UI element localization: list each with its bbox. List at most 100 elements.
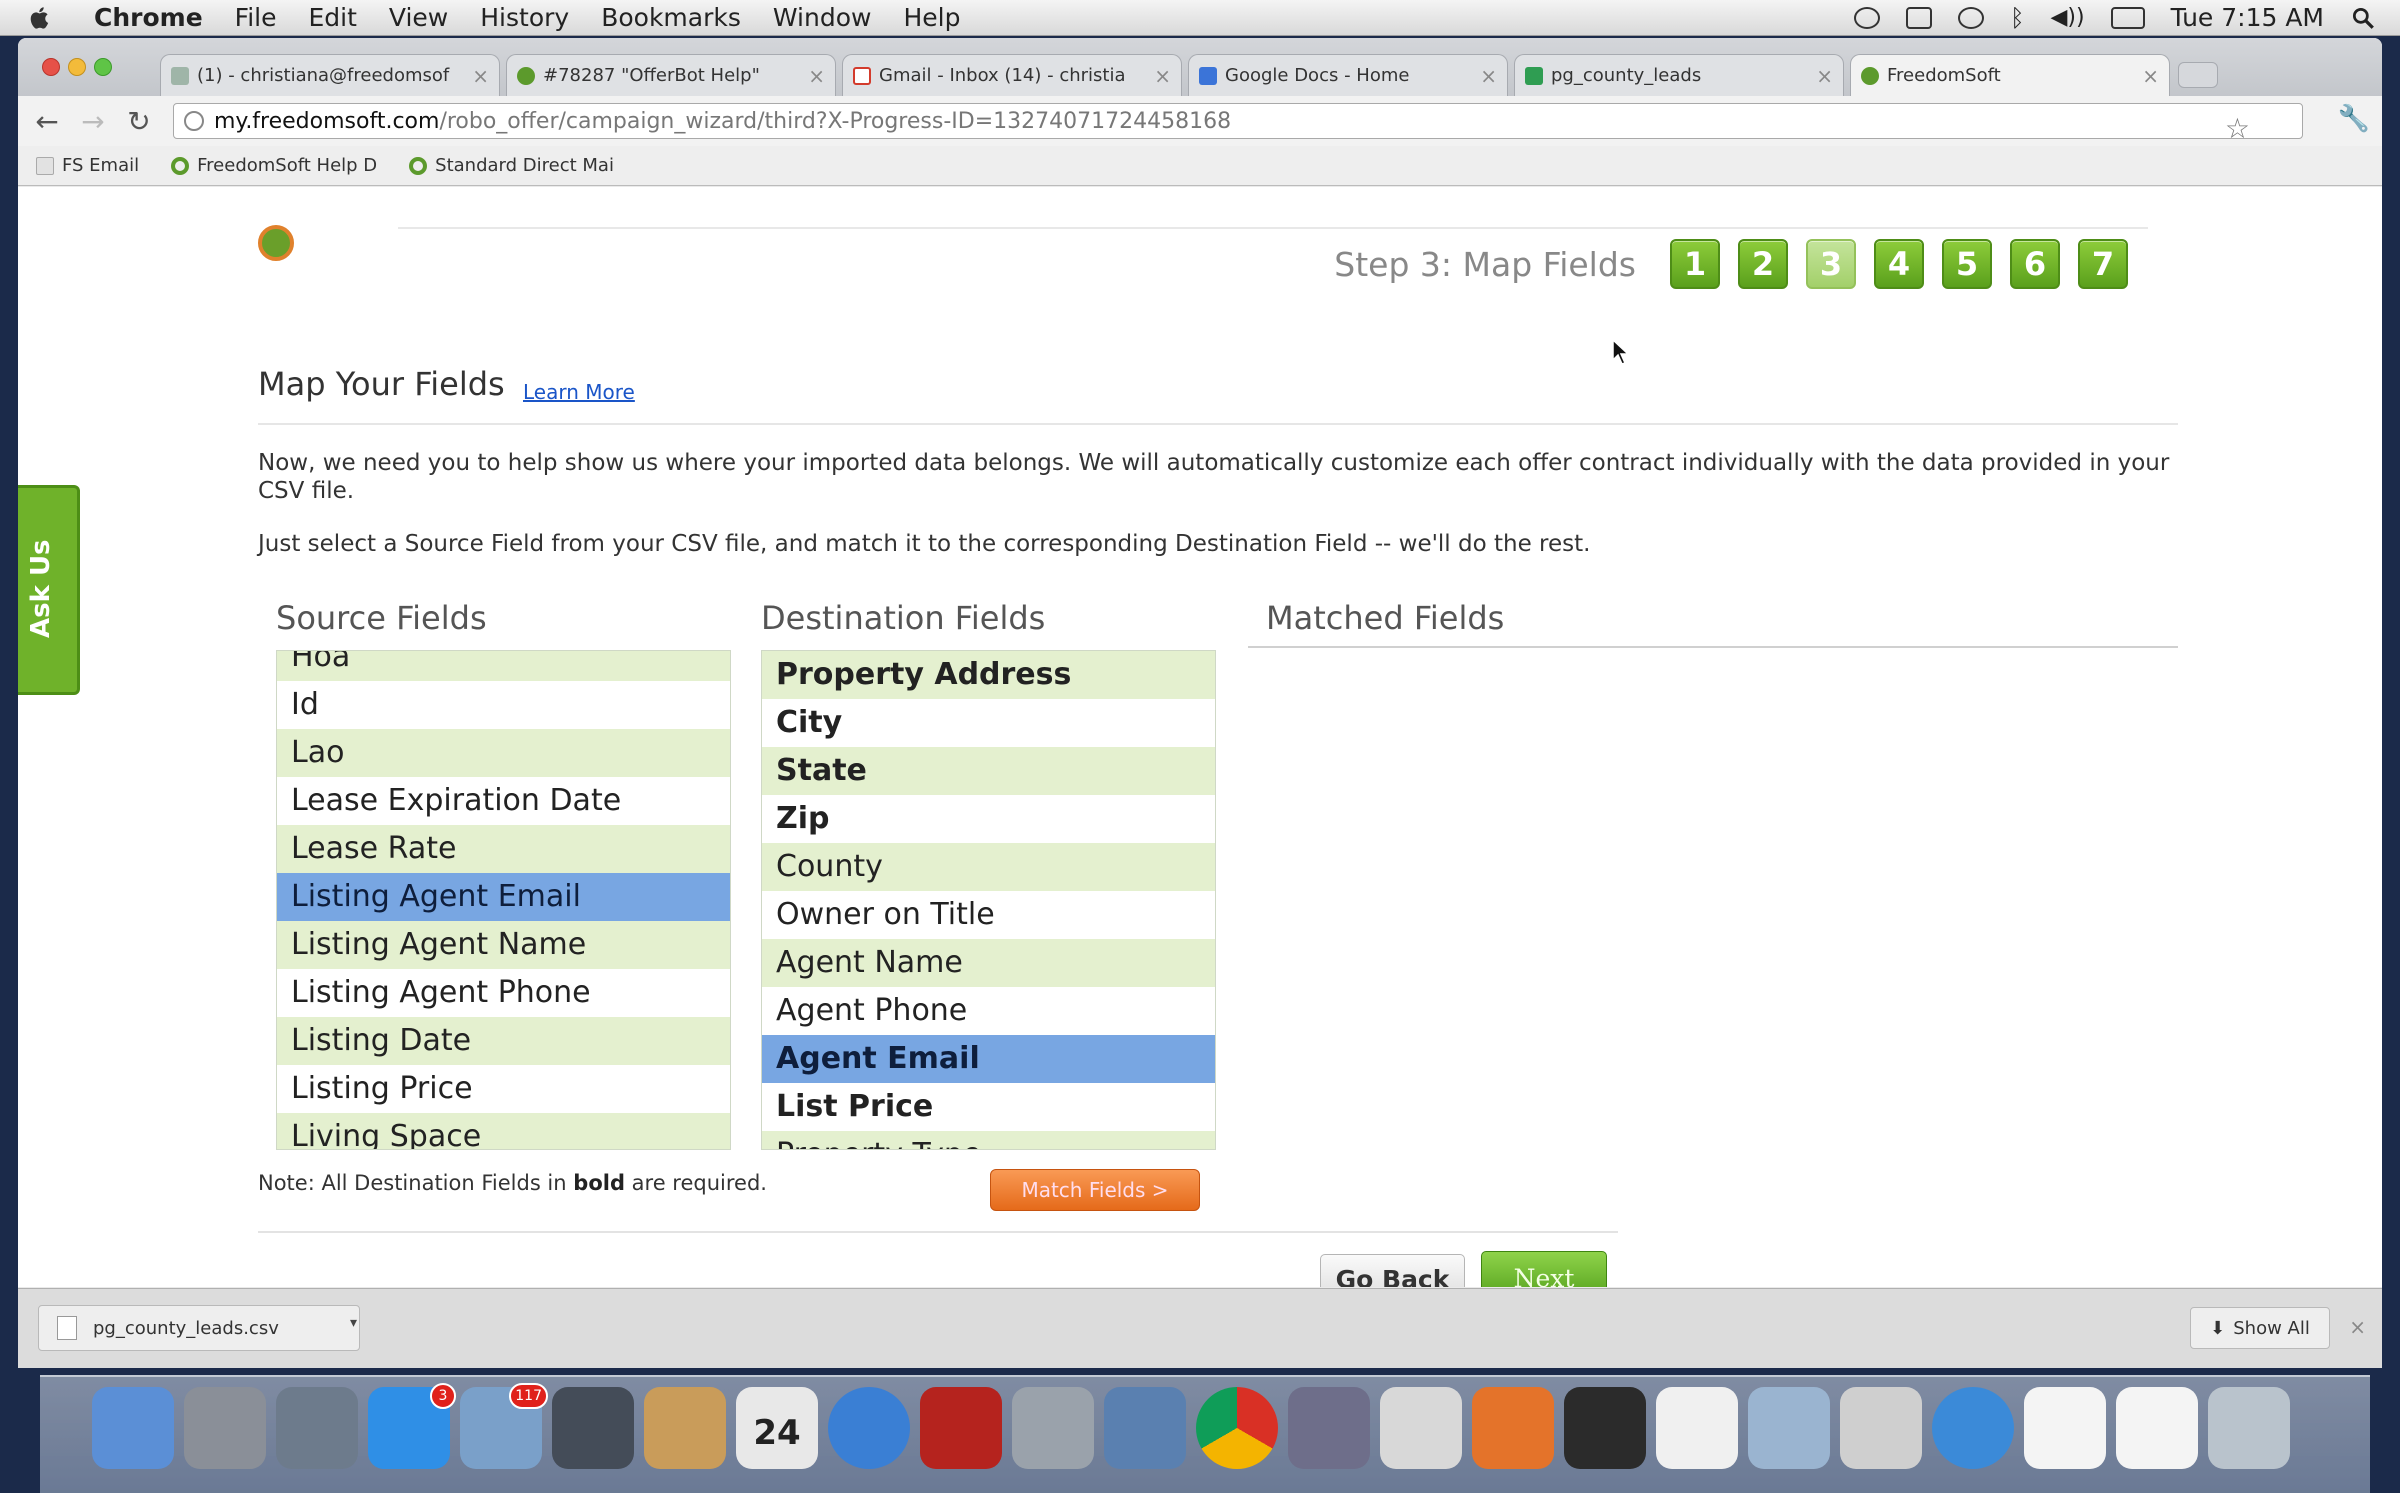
menu-file[interactable]: File	[235, 3, 277, 32]
document-icon[interactable]	[2024, 1387, 2106, 1469]
destination-field-option[interactable]: State	[762, 747, 1215, 795]
tab-offerbot-help[interactable]: #78287 "OfferBot Help" ×	[506, 54, 836, 96]
screenshot-icon[interactable]	[1748, 1387, 1830, 1469]
screen-record-icon[interactable]	[1906, 6, 1933, 29]
source-field-option[interactable]: Id	[277, 681, 730, 729]
close-tab-icon[interactable]: ×	[1480, 64, 1497, 88]
chrome-icon[interactable]	[1196, 1387, 1278, 1469]
close-window-button[interactable]	[42, 58, 60, 76]
minimize-window-button[interactable]	[68, 58, 86, 76]
menu-view[interactable]: View	[389, 3, 448, 32]
volume-icon[interactable]: ◀))	[2051, 5, 2085, 30]
menu-window[interactable]: Window	[773, 3, 872, 32]
ask-us-tab[interactable]: Ask Us	[18, 485, 80, 695]
iphoto-icon[interactable]	[1104, 1387, 1186, 1469]
source-field-option[interactable]: Listing Date	[277, 1017, 730, 1065]
document-icon[interactable]	[2116, 1387, 2198, 1469]
itunes-icon[interactable]	[828, 1387, 910, 1469]
destination-field-option[interactable]: Agent Phone	[762, 987, 1215, 1035]
apple-icon[interactable]	[26, 4, 54, 32]
new-tab-button[interactable]	[2178, 62, 2218, 88]
menu-history[interactable]: History	[480, 3, 569, 32]
destination-field-option[interactable]: Property Address	[762, 651, 1215, 699]
step-4-button[interactable]: 4	[1874, 239, 1924, 289]
destination-field-option[interactable]: Owner on Title	[762, 891, 1215, 939]
bookmark-standard-direct-mail[interactable]: Standard Direct Mai	[409, 155, 614, 176]
app-store-icon[interactable]: 3	[368, 1383, 456, 1469]
wrench-menu-icon[interactable]: 🔧	[2338, 104, 2370, 134]
destination-field-option[interactable]: Agent Email	[762, 1035, 1215, 1083]
tab-pg-county-leads[interactable]: pg_county_leads ×	[1514, 54, 1844, 96]
go-back-button[interactable]: Go Back	[1320, 1254, 1465, 1287]
close-tab-icon[interactable]: ×	[1816, 64, 1833, 88]
calendar-icon[interactable]: 24	[736, 1387, 818, 1469]
close-tab-icon[interactable]: ×	[808, 64, 825, 88]
launchpad-icon[interactable]	[184, 1387, 266, 1469]
destination-fields-list[interactable]: Property Address City State Zip County Owner …	[761, 650, 1216, 1150]
bookmark-fs-email[interactable]: FS Email	[36, 155, 139, 176]
finder-icon[interactable]	[92, 1387, 174, 1469]
step-2-button[interactable]: 2	[1738, 239, 1788, 289]
imovie-icon[interactable]	[1288, 1387, 1370, 1469]
source-field-option[interactable]: Listing Price	[277, 1065, 730, 1113]
source-field-option[interactable]: Lease Expiration Date	[277, 777, 730, 825]
clock[interactable]: Tue 7:15 AM	[2171, 3, 2324, 32]
step-7-button[interactable]: 7	[2078, 239, 2128, 289]
next-button[interactable]: Next	[1481, 1251, 1607, 1287]
freedomsoft-logo[interactable]	[258, 225, 294, 261]
firefox-icon[interactable]	[1472, 1387, 1554, 1469]
bookmark-freedomsoft-help[interactable]: FreedomSoft Help D	[171, 155, 377, 176]
source-fields-list[interactable]: Hoa Id Lao Lease Expiration Date Lease Rate L…	[276, 650, 731, 1150]
step-1-button[interactable]: 1	[1670, 239, 1720, 289]
menu-bookmarks[interactable]: Bookmarks	[601, 3, 741, 32]
calculator-icon[interactable]	[1840, 1387, 1922, 1469]
tab-christiana-mail[interactable]: (1) - christiana@freedomsof ×	[160, 54, 500, 96]
step-3-button[interactable]: 3	[1806, 239, 1856, 289]
textedit-icon[interactable]	[1656, 1387, 1738, 1469]
sync-status-icon[interactable]	[1854, 6, 1881, 29]
destination-field-option[interactable]: County	[762, 843, 1215, 891]
download-item[interactable]: pg_county_leads.csv	[38, 1305, 360, 1351]
bluetooth-icon[interactable]: ᛒ	[2010, 4, 2024, 32]
safari-icon[interactable]	[1932, 1387, 2014, 1469]
close-tab-icon[interactable]: ×	[2142, 64, 2159, 88]
mail-icon[interactable]: 117	[460, 1383, 548, 1469]
show-all-downloads-button[interactable]: ⬇ Show All	[2190, 1307, 2330, 1349]
destination-field-option[interactable]: Agent Name	[762, 939, 1215, 987]
tab-gmail[interactable]: Gmail - Inbox (14) - christia ×	[842, 54, 1182, 96]
chevron-down-icon[interactable]: ▾	[350, 1315, 357, 1331]
battery-icon[interactable]	[2110, 6, 2145, 29]
trash-icon[interactable]	[2208, 1387, 2290, 1469]
step-5-button[interactable]: 5	[1942, 239, 1992, 289]
back-arrow-icon[interactable]: ←	[30, 104, 64, 138]
address-bar[interactable]: my.freedomsoft.com/robo_offer/campaign_w…	[173, 103, 2303, 145]
bookmark-star-icon[interactable]: ☆	[2225, 112, 2250, 145]
zoom-window-button[interactable]	[94, 58, 112, 76]
forward-arrow-icon[interactable]: →	[76, 104, 110, 138]
system-info-icon[interactable]	[276, 1387, 358, 1469]
step-6-button[interactable]: 6	[2010, 239, 2060, 289]
tab-freedomsoft[interactable]: FreedomSoft ×	[1850, 54, 2170, 96]
close-icon[interactable]: ×	[2349, 1315, 2366, 1339]
source-field-option[interactable]: Hoa	[277, 651, 730, 681]
source-field-option[interactable]: Lease Rate	[277, 825, 730, 873]
source-field-option[interactable]: Living Space	[277, 1113, 730, 1149]
menu-help[interactable]: Help	[903, 3, 960, 32]
source-field-option[interactable]: Listing Agent Email	[277, 873, 730, 921]
reload-icon[interactable]: ↻	[122, 104, 156, 138]
close-tab-icon[interactable]: ×	[472, 64, 489, 88]
menu-app-name[interactable]: Chrome	[94, 3, 203, 32]
match-fields-button[interactable]: Match Fields >	[990, 1169, 1200, 1211]
time-machine-icon[interactable]	[1958, 6, 1985, 29]
source-field-option[interactable]: Listing Agent Phone	[277, 969, 730, 1017]
facetime-icon[interactable]	[552, 1387, 634, 1469]
destination-field-option[interactable]: Property Type	[762, 1131, 1215, 1149]
photobooth-icon[interactable]	[920, 1387, 1002, 1469]
page-info-icon[interactable]	[184, 111, 204, 131]
console-icon[interactable]	[1564, 1387, 1646, 1469]
destination-field-option[interactable]: Zip	[762, 795, 1215, 843]
system-preferences-icon[interactable]	[1012, 1387, 1094, 1469]
contacts-icon[interactable]	[644, 1387, 726, 1469]
destination-field-option[interactable]: City	[762, 699, 1215, 747]
menu-edit[interactable]: Edit	[309, 3, 357, 32]
